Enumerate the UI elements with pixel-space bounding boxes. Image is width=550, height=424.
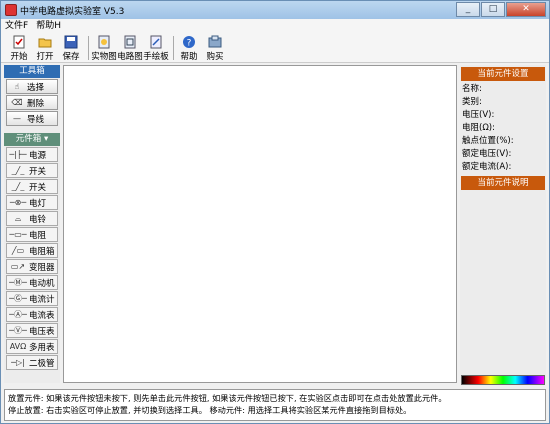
component-voltmeter-button[interactable]: ─Ⓥ─ 电压表 — [6, 323, 58, 338]
save-disk-icon — [64, 35, 78, 49]
component-ammeter-button[interactable]: ─Ⓐ─ 电流表 — [6, 307, 58, 322]
app-window: 中学电路虚拟实验室 V5.3 _ □ ✕ 文件F 帮助H 开始 打开 保存 实物… — [0, 0, 550, 424]
app-icon — [5, 4, 17, 16]
resistor-box-icon: ╱▭ — [11, 246, 25, 255]
toolbar: 开始 打开 保存 实物图 电路图 手绘板 ? 帮助 购买 — [1, 33, 549, 63]
buy-button[interactable]: 购买 — [203, 34, 227, 62]
maximize-button[interactable]: □ — [481, 2, 505, 17]
window-title: 中学电路虚拟实验室 V5.3 — [20, 6, 125, 17]
battery-icon: ─|├─ — [9, 150, 27, 159]
component-switch-button[interactable]: _╱_ 开关 — [6, 163, 58, 178]
component-rheostat-button[interactable]: ▭↗ 变阻器 — [6, 259, 58, 274]
tool-select-button[interactable]: ☝ 选择 — [6, 79, 58, 94]
tool-delete-button[interactable]: ⌫ 删除 — [6, 95, 58, 110]
status-bar: 放置元件: 如果该元件按钮未按下, 则先单击此元件按钮, 如果该元件按钮已按下,… — [4, 389, 546, 421]
component-diode-button[interactable]: ─▷| 二极管 — [6, 355, 58, 370]
prop-category: 类别: — [462, 97, 482, 107]
prop-voltage: 电压(V): — [462, 110, 495, 120]
component-motor-button[interactable]: ─Ⓜ─ 电动机 — [6, 275, 58, 290]
help-button[interactable]: ? 帮助 — [177, 34, 201, 62]
right-panel: 当前元件设置 名称: 类别: 电压(V): 电阻(Ω): 触点位置(%): 额定… — [460, 65, 546, 383]
title-bar: 中学电路虚拟实验室 V5.3 _ □ ✕ — [1, 1, 549, 19]
component-resistor-button[interactable]: ─▭─ 电阻 — [6, 227, 58, 242]
experiment-canvas[interactable] — [63, 65, 457, 383]
wire-icon: — — [13, 114, 21, 123]
multimeter-icon: AVΩ — [9, 342, 27, 351]
prop-rated-current: 额定电流(A): — [462, 162, 512, 172]
prop-name: 名称: — [462, 84, 482, 94]
toolbar-separator — [88, 36, 89, 60]
toolbar-separator — [173, 36, 174, 60]
circuit-view-icon — [124, 35, 136, 49]
lamp-icon: ─⊗─ — [9, 198, 27, 207]
status-line-1: 放置元件: 如果该元件按钮未按下, 则先单击此元件按钮, 如果该元件按钮已按下,… — [8, 393, 447, 403]
component-galvanometer-button[interactable]: ─Ⓖ─ 电流计 — [6, 291, 58, 306]
component-resistor-box-button[interactable]: ╱▭ 电阻箱 — [6, 243, 58, 258]
real-view-button[interactable]: 实物图 — [91, 34, 117, 62]
component-box-header[interactable]: 元件箱 ▾ — [4, 133, 60, 146]
prop-contact-position: 触点位置(%): — [462, 136, 514, 146]
save-button[interactable]: 保存 — [59, 34, 83, 62]
component-power-button[interactable]: ─|├─ 电源 — [6, 147, 58, 162]
open-folder-icon — [38, 38, 52, 48]
menu-help[interactable]: 帮助H — [32, 19, 65, 33]
buy-icon — [208, 35, 222, 48]
left-panel: 工具箱 ☝ 选择 ⌫ 删除 — 导线 元件箱 ▾ ─|├─ 电源 _╱_ 开关 _╱… — [4, 65, 60, 383]
component-bell-button[interactable]: ⌓ 电铃 — [6, 211, 58, 226]
help-icon: ? — [183, 36, 195, 49]
new-doc-icon — [13, 35, 25, 49]
tool-wire-button[interactable]: — 导线 — [6, 111, 58, 126]
hand-pointer-icon: ☝ — [14, 82, 20, 91]
svg-text:?: ? — [187, 39, 192, 49]
component-lamp-button[interactable]: ─⊗─ 电灯 — [6, 195, 58, 210]
switch-icon: _╱_ — [11, 182, 25, 191]
description-header: 当前元件说明 — [461, 176, 545, 190]
menu-file[interactable]: 文件F — [1, 19, 32, 33]
hand-draw-button[interactable]: 手绘板 — [143, 34, 169, 62]
component-multimeter-button[interactable]: AVΩ 多用表 — [6, 339, 58, 354]
voltmeter-icon: ─Ⓥ─ — [9, 326, 27, 335]
diode-icon: ─▷| — [11, 358, 25, 367]
start-button[interactable]: 开始 — [7, 34, 31, 62]
toolbox-header: 工具箱 — [4, 65, 60, 78]
chevron-down-icon: ▾ — [43, 134, 49, 144]
settings-header: 当前元件设置 — [461, 67, 545, 81]
prop-rated-voltage: 额定电压(V): — [462, 149, 512, 159]
switch-icon: _╱_ — [11, 166, 25, 175]
circuit-view-button[interactable]: 电路图 — [117, 34, 143, 62]
real-view-icon — [98, 35, 110, 49]
menu-bar: 文件F 帮助H — [1, 19, 549, 33]
ammeter-icon: ─Ⓐ─ — [9, 310, 27, 319]
bell-icon: ⌓ — [14, 213, 22, 223]
open-button[interactable]: 打开 — [33, 34, 57, 62]
component-switch2-button[interactable]: _╱_ 开关 — [6, 179, 58, 194]
prop-resistance: 电阻(Ω): — [462, 123, 495, 133]
hand-draw-icon — [150, 35, 162, 49]
minimize-button[interactable]: _ — [456, 2, 480, 17]
close-button[interactable]: ✕ — [506, 2, 546, 17]
eraser-icon: ⌫ — [11, 98, 23, 107]
galvanometer-icon: ─Ⓖ─ — [9, 294, 27, 303]
motor-icon: ─Ⓜ─ — [9, 278, 27, 287]
rheostat-icon: ▭↗ — [10, 262, 26, 271]
resistor-icon: ─▭─ — [9, 230, 27, 239]
color-palette[interactable] — [461, 375, 545, 385]
status-line-2: 停止放置: 右击实验区可停止放置, 并切换到选择工具。 移动元件: 用选择工具将… — [8, 405, 412, 415]
